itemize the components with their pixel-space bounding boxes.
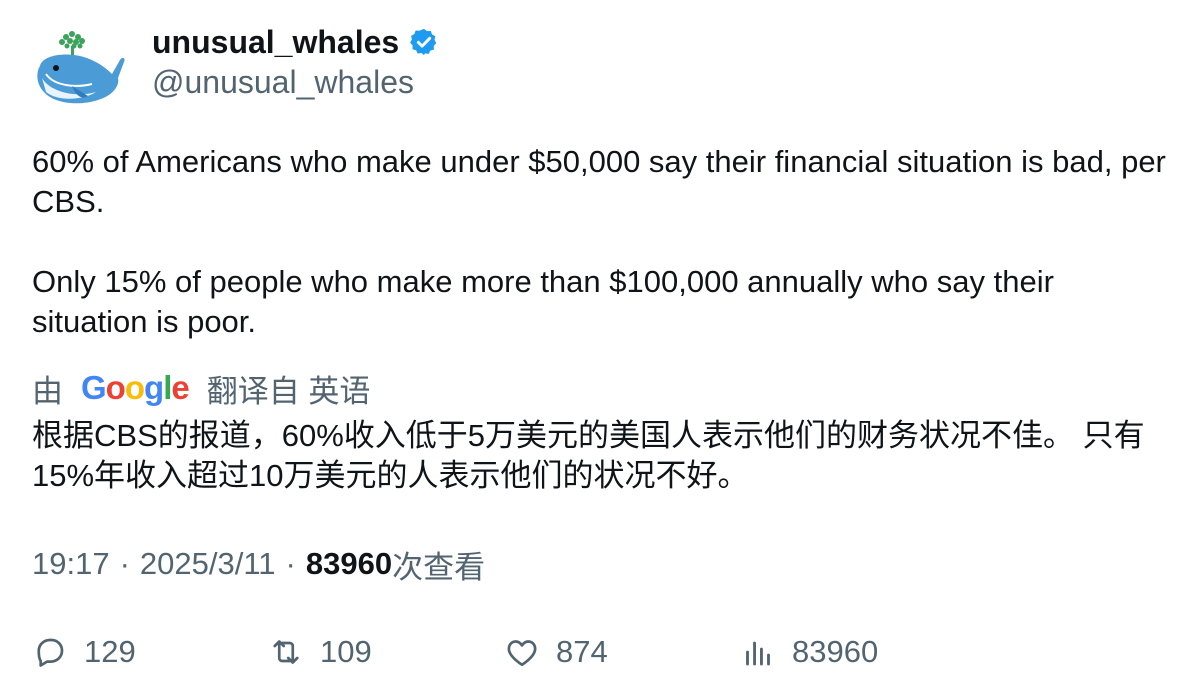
reply-button[interactable]: 129 xyxy=(32,628,136,676)
tweet-meta: 19:17 · 2025/3/11 · 83960 次查看 xyxy=(32,544,486,585)
author-display-name[interactable]: unusual_whales xyxy=(152,24,399,61)
action-bar: 129 109 874 83960 xyxy=(32,628,1172,676)
like-button[interactable]: 874 xyxy=(504,628,608,676)
tweet-header: unusual_whales @unusual_whales xyxy=(32,22,932,114)
reply-icon xyxy=(37,638,64,667)
views-count: 83960 xyxy=(305,546,393,581)
views-label: 次查看 xyxy=(392,549,486,585)
retweet-button[interactable]: 109 xyxy=(268,628,372,676)
whale-avatar-icon[interactable] xyxy=(32,26,128,112)
tweet-paragraph: Only 15% of people who make more than $1… xyxy=(32,264,1054,339)
translated-text: 根据CBS的报道，60%收入低于5万美元的美国人表示他们的财务状况不佳。 只有1… xyxy=(32,418,1145,493)
views-button[interactable]: 83960 xyxy=(740,628,878,676)
views-action-count: 83960 xyxy=(792,634,879,669)
google-logo: Google xyxy=(81,369,190,406)
author-name-row[interactable]: unusual_whales xyxy=(152,22,439,62)
tweet-time[interactable]: 19:17 xyxy=(32,546,110,582)
translation-suffix: 翻译自 英语 xyxy=(206,373,371,409)
tweet-date[interactable]: 2025/3/11 xyxy=(140,546,276,582)
meta-separator: · xyxy=(119,546,130,581)
meta-separator: · xyxy=(285,546,296,581)
reply-count: 129 xyxy=(84,634,136,669)
retweet-count: 109 xyxy=(320,634,372,669)
tweet-text: 60% of Americans who make under $50,000 … xyxy=(32,142,1172,342)
retweet-icon xyxy=(273,640,299,664)
tweet-paragraph: 60% of Americans who make under $50,000 … xyxy=(32,144,1166,219)
author-handle[interactable]: @unusual_whales xyxy=(152,64,414,101)
translation-attribution: 由 Google 翻译自 英语 xyxy=(32,368,371,409)
verified-badge-icon xyxy=(409,27,439,57)
analytics-icon xyxy=(746,641,770,666)
like-count: 874 xyxy=(556,634,608,669)
heart-icon xyxy=(507,640,537,667)
translation-prefix: 由 xyxy=(32,373,63,409)
